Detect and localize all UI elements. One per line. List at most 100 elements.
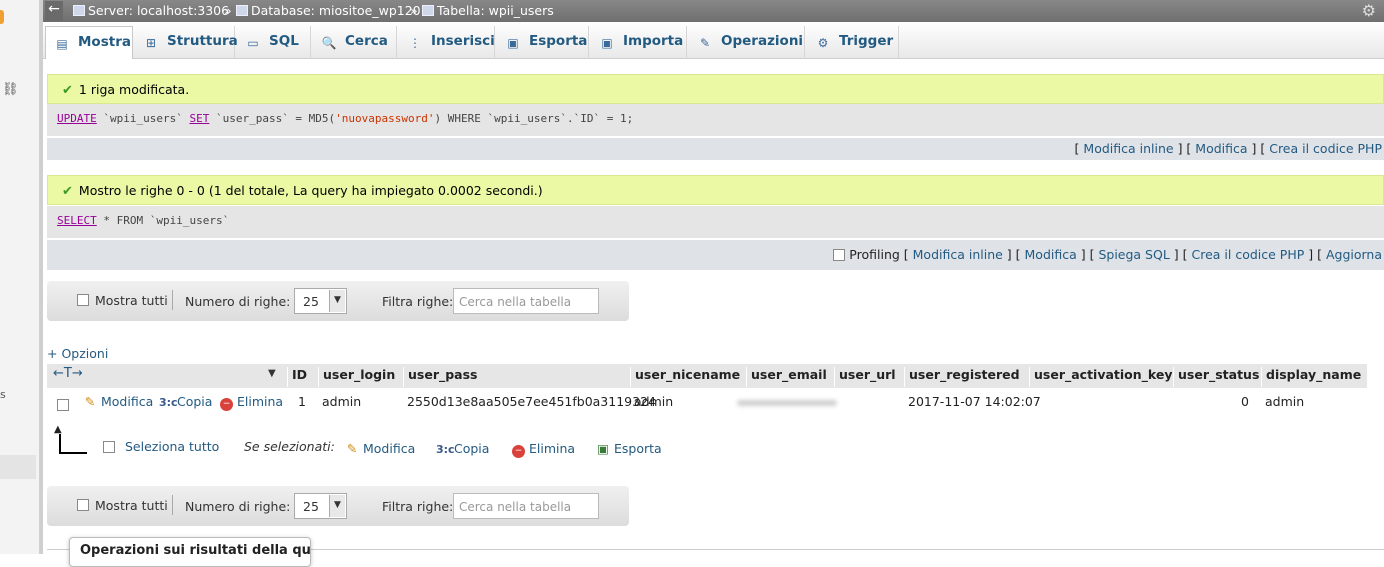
select-arrow-icon: [54, 424, 87, 454]
delete-icon: −: [512, 445, 525, 458]
refresh-link[interactable]: Aggiorna: [1326, 247, 1382, 262]
breadcrumb-table[interactable]: Tabella: wpii_users: [422, 3, 554, 18]
sql-query-select: SELECT * FROM `wpii_users`: [47, 206, 1384, 238]
filter-rows-label: Filtra righe:: [382, 294, 454, 309]
import-icon: ▣: [601, 36, 613, 50]
divider: [172, 495, 173, 515]
create-php-link[interactable]: Crea il codice PHP: [1191, 247, 1304, 262]
copy-icon: 3:c: [436, 443, 455, 456]
query-results-operations-legend[interactable]: Operazioni sui risultati della query: [69, 537, 311, 567]
show-all-label: Mostra tutti: [95, 498, 168, 513]
cell-user-email-blurred[interactable]: [737, 394, 837, 409]
profiling-label: Profiling: [849, 247, 900, 262]
show-all-checkbox[interactable]: [77, 294, 89, 306]
column-resize-arrows-icon[interactable]: ←T→: [53, 366, 83, 381]
profiling-checkbox[interactable]: [833, 249, 846, 261]
filter-rows-label: Filtra righe:: [382, 499, 454, 514]
explain-sql-link[interactable]: Spiega SQL: [1098, 247, 1169, 262]
row-edit-button[interactable]: ✎ Modifica: [83, 394, 154, 409]
redacted-email: [737, 400, 837, 406]
column-header-user-status[interactable]: user_status: [1173, 367, 1259, 387]
row-copy-button[interactable]: 3:cCopia: [159, 394, 212, 409]
column-header-user-login[interactable]: user_login: [318, 367, 395, 387]
show-all-checkbox[interactable]: [77, 499, 89, 511]
bulk-delete-button[interactable]: − Elimina: [512, 441, 575, 458]
cell-user-nicename[interactable]: admin: [634, 394, 673, 409]
success-message-update: ✔ 1 riga modificata.: [47, 74, 1384, 104]
edit-link[interactable]: Modifica: [1195, 141, 1247, 156]
column-header-user-pass[interactable]: user_pass: [403, 367, 478, 387]
success-message-select: ✔ Mostro le righe 0 - 0 (1 del totale, La…: [47, 175, 1384, 205]
select-all-link[interactable]: Seleziona tutto: [125, 439, 219, 454]
tab-importa[interactable]: ▣ Importa: [591, 26, 687, 59]
cell-user-registered[interactable]: 2017-11-07 14:02:07: [908, 394, 1041, 409]
tab-esporta[interactable]: ▣ Esporta: [497, 26, 589, 59]
panel-resizer[interactable]: [40, 0, 43, 554]
edit-link[interactable]: Modifica: [1025, 247, 1077, 262]
search-icon: 🔍: [321, 36, 337, 50]
sql-query-update: UPDATE `wpii_users` SET `user_pass` = MD…: [47, 104, 1384, 136]
results-table-header: ←T→ ▼ ID user_login user_pass user_nicen…: [47, 364, 1367, 388]
tab-struttura[interactable]: ⊞ Struttura: [135, 26, 238, 59]
column-header-user-email[interactable]: user_email: [746, 367, 827, 387]
back-arrow-icon[interactable]: ←: [45, 1, 63, 21]
filter-rows-input[interactable]: Cerca nella tabella: [453, 288, 599, 314]
tab-sql[interactable]: ▭ SQL: [237, 26, 311, 59]
trigger-icon: ⚙: [817, 36, 829, 50]
rows-count-select[interactable]: 25 ▼: [294, 493, 347, 519]
select-all-checkbox[interactable]: [103, 441, 115, 453]
breadcrumb-server[interactable]: Server: localhost:3306: [73, 3, 229, 18]
cell-display-name[interactable]: admin: [1265, 394, 1304, 409]
structure-icon: ⊞: [145, 36, 157, 50]
filter-rows-input[interactable]: Cerca nella tabella: [453, 493, 599, 519]
sql-keyword[interactable]: UPDATE: [57, 112, 97, 125]
options-link[interactable]: + Opzioni: [47, 346, 108, 361]
link-icon[interactable]: ⛓: [2, 82, 19, 97]
tab-inserisci[interactable]: ⋮ Inserisci: [399, 26, 495, 59]
column-header-user-activation-key[interactable]: user_activation_key: [1029, 367, 1173, 387]
tab-operazioni[interactable]: ✎ Operazioni: [689, 26, 805, 59]
chevron-down-icon: ▼: [329, 495, 345, 517]
export-icon: ▣: [597, 441, 609, 456]
bulk-copy-button[interactable]: 3:cCopia: [436, 441, 489, 456]
bulk-export-button[interactable]: ▣ Esporta: [596, 441, 662, 456]
logo-fragment: [0, 10, 4, 24]
breadcrumb-separator: »: [224, 3, 232, 18]
tab-mostra[interactable]: ▤ Mostra: [45, 26, 133, 59]
query-links-select: Profiling [ Modifica inline ] [ Modifica…: [47, 240, 1384, 270]
column-dropdown-icon[interactable]: ▼: [268, 368, 276, 379]
breadcrumb-database[interactable]: Database: miositoe_wp120: [236, 3, 421, 18]
tab-cerca[interactable]: 🔍 Cerca: [313, 26, 397, 59]
cell-id[interactable]: 1: [298, 394, 306, 409]
column-header-display-name[interactable]: display_name: [1261, 367, 1361, 387]
copy-icon: 3:c: [159, 396, 178, 409]
cell-user-pass[interactable]: 2550d13e8aa505e7ee451fb0a3119324: [407, 394, 656, 409]
settings-gear-icon[interactable]: ⚙: [1362, 1, 1376, 20]
tab-trigger[interactable]: ⚙ Trigger: [807, 26, 899, 59]
insert-icon: ⋮: [409, 36, 421, 50]
sql-keyword[interactable]: SELECT: [57, 214, 97, 227]
cell-user-status[interactable]: 0: [1241, 394, 1249, 409]
sql-keyword[interactable]: SET: [189, 112, 209, 125]
check-icon: ✔: [62, 83, 73, 98]
column-header-user-url[interactable]: user_url: [834, 367, 896, 387]
pencil-icon: ✎: [346, 441, 358, 456]
rows-count-select[interactable]: 25 ▼: [294, 288, 347, 314]
wrench-icon: ✎: [699, 36, 711, 50]
column-header-user-registered[interactable]: user_registered: [904, 367, 1020, 387]
edit-inline-link[interactable]: Modifica inline: [1083, 141, 1173, 156]
bulk-edit-button[interactable]: ✎ Modifica: [345, 441, 416, 456]
browse-icon: ▤: [56, 37, 68, 51]
query-links-update: [ Modifica inline ] [ Modifica ] [ Crea …: [47, 138, 1384, 160]
nav-selected-item[interactable]: [0, 455, 36, 479]
create-php-link[interactable]: Crea il codice PHP: [1269, 141, 1382, 156]
row-delete-button[interactable]: − Elimina: [220, 394, 283, 411]
cell-user-login[interactable]: admin: [322, 394, 361, 409]
row-select-checkbox[interactable]: [57, 399, 69, 411]
breadcrumb-separator: »: [410, 3, 418, 18]
server-icon: [73, 5, 85, 16]
column-header-id[interactable]: ID: [287, 367, 307, 387]
rows-count-label: Numero di righe:: [185, 499, 291, 514]
column-header-user-nicename[interactable]: user_nicename: [630, 367, 740, 387]
edit-inline-link[interactable]: Modifica inline: [913, 247, 1003, 262]
